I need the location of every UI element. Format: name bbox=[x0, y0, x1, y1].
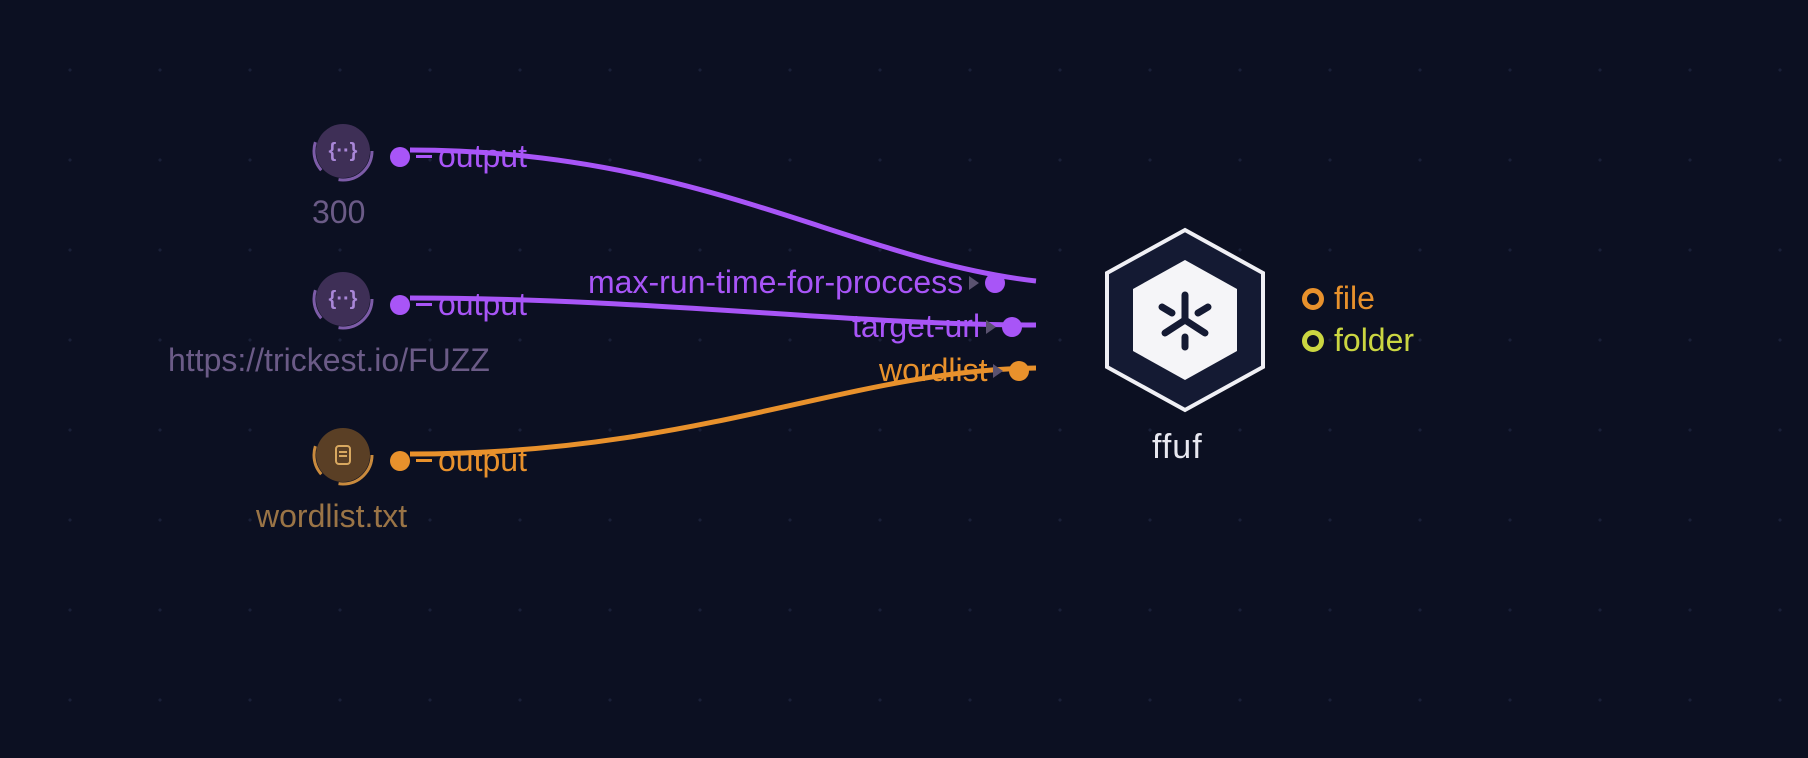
input-port-targeturl[interactable]: target-url bbox=[852, 308, 1022, 345]
hexagon-icon bbox=[1100, 225, 1270, 415]
port-label: output bbox=[438, 286, 527, 323]
chevron-right-icon bbox=[986, 320, 996, 334]
tool-title: ffuf bbox=[1152, 428, 1203, 467]
output-port-folder[interactable]: folder bbox=[1302, 322, 1414, 359]
node-ring-icon bbox=[312, 424, 374, 486]
node-label-url: https://trickest.io/FUZZ bbox=[168, 342, 490, 379]
port-tick-icon bbox=[416, 459, 432, 462]
output-port-wordlist[interactable]: output bbox=[390, 442, 527, 479]
input-port-maxruntime[interactable]: max-run-time-for-proccess bbox=[588, 264, 1005, 301]
port-dot-icon bbox=[1002, 317, 1022, 337]
node-ring-icon bbox=[312, 268, 374, 330]
input-node-300[interactable]: {··} bbox=[316, 124, 370, 178]
workflow-canvas[interactable]: {··} 300 output {··} https://trickest.io… bbox=[0, 0, 1808, 758]
node-label-300: 300 bbox=[312, 194, 365, 231]
ring-icon bbox=[1302, 288, 1324, 310]
chevron-right-icon bbox=[969, 276, 979, 290]
node-ring-icon bbox=[312, 120, 374, 182]
port-label: target-url bbox=[852, 308, 980, 345]
output-port-url[interactable]: output bbox=[390, 286, 527, 323]
input-node-wordlist[interactable] bbox=[316, 428, 370, 482]
output-port-300[interactable]: output bbox=[390, 138, 527, 175]
input-port-wordlist[interactable]: wordlist bbox=[879, 352, 1029, 389]
port-dot-icon bbox=[985, 273, 1005, 293]
port-dot-icon bbox=[390, 147, 410, 167]
output-label: folder bbox=[1334, 322, 1414, 359]
port-label: max-run-time-for-proccess bbox=[588, 264, 963, 301]
ring-icon bbox=[1302, 330, 1324, 352]
port-label: output bbox=[438, 442, 527, 479]
tool-node-ffuf[interactable] bbox=[1100, 225, 1270, 415]
port-dot-icon bbox=[390, 451, 410, 471]
chevron-right-icon bbox=[993, 364, 1003, 378]
port-tick-icon bbox=[416, 303, 432, 306]
port-tick-icon bbox=[416, 155, 432, 158]
port-label: output bbox=[438, 138, 527, 175]
output-port-file[interactable]: file bbox=[1302, 280, 1375, 317]
port-dot-icon bbox=[390, 295, 410, 315]
output-label: file bbox=[1334, 280, 1375, 317]
port-dot-icon bbox=[1009, 361, 1029, 381]
port-label: wordlist bbox=[879, 352, 987, 389]
node-label-wordlist: wordlist.txt bbox=[256, 498, 407, 535]
input-node-url[interactable]: {··} bbox=[316, 272, 370, 326]
